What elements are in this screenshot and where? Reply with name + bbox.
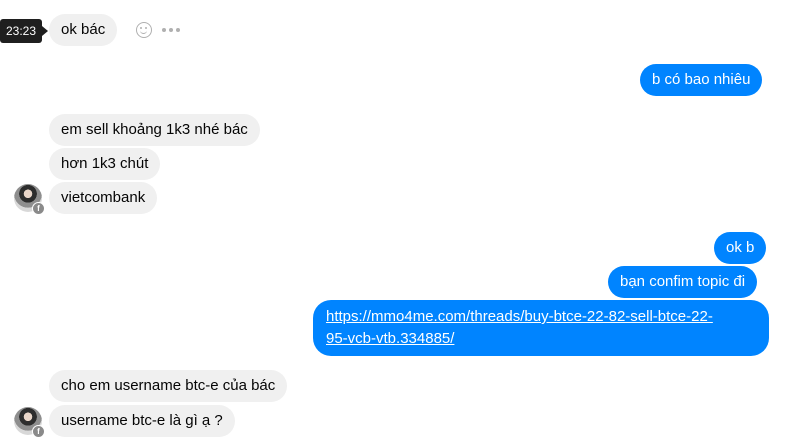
outgoing-message[interactable]: b có bao nhiêu [640, 64, 763, 96]
link-line-1: https://mmo4me.com/threads/buy-btce-22-8… [326, 308, 713, 325]
incoming-message[interactable]: ok bác [49, 14, 118, 46]
incoming-message[interactable]: hơn 1k3 chút [49, 148, 161, 180]
incoming-message[interactable]: username btc-e là gì ạ ? [49, 405, 235, 437]
incoming-message[interactable]: em sell khoảng 1k3 nhé bác [49, 114, 260, 146]
scrollbar[interactable] [780, 0, 792, 444]
outgoing-link-message[interactable]: https://mmo4me.com/threads/buy-btce-22-8… [313, 300, 769, 356]
contact-avatar[interactable]: f [14, 184, 45, 215]
emoji-smile-icon[interactable] [136, 22, 152, 38]
contact-avatar[interactable]: f [14, 407, 45, 438]
topic-link[interactable]: https://mmo4me.com/threads/buy-btce-22-8… [326, 308, 713, 347]
facebook-badge-icon: f [32, 425, 45, 438]
facebook-badge-icon: f [32, 202, 45, 215]
incoming-message[interactable]: cho em username btc-e của bác [49, 370, 288, 402]
outgoing-message[interactable]: ok b [714, 232, 767, 264]
outgoing-message[interactable]: bạn confim topic đi [608, 266, 758, 298]
more-options-icon[interactable] [162, 28, 180, 32]
timestamp-tooltip: 23:23 [0, 19, 48, 43]
link-line-2: 95-vcb-vtb.334885/ [326, 330, 455, 347]
incoming-message[interactable]: vietcombank [49, 182, 158, 214]
